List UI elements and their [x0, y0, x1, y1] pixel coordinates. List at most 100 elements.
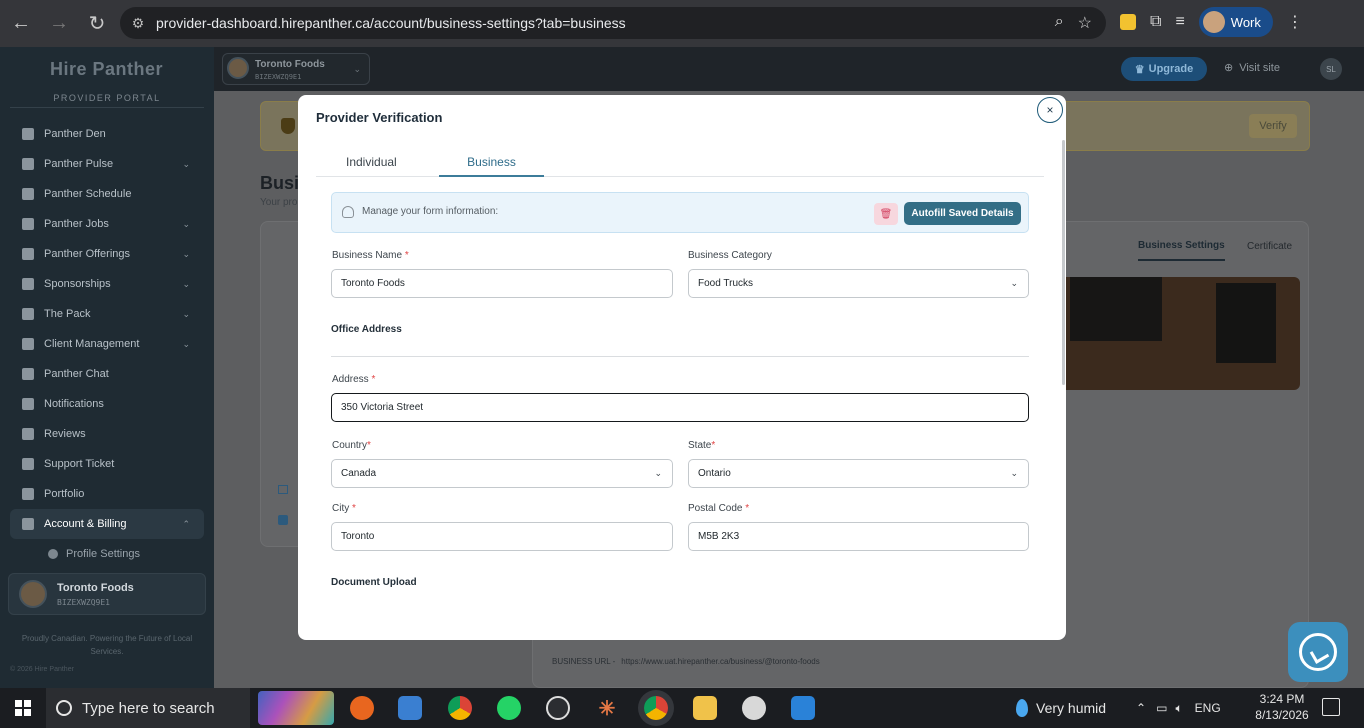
start-button[interactable] — [0, 688, 46, 728]
menu-board-image — [1070, 277, 1162, 341]
sidebar-item-panther-schedule[interactable]: Panther Schedule — [10, 179, 204, 209]
tab-business-settings[interactable]: Business Settings — [1138, 240, 1225, 261]
bookmark-star-icon[interactable]: ☆ — [1078, 13, 1092, 33]
notifications-icon[interactable] — [1322, 698, 1340, 716]
city-input[interactable]: Toronto — [331, 522, 673, 551]
label-text: State — [688, 440, 712, 451]
url-text[interactable]: provider-dashboard.hirepanther.ca/accoun… — [156, 15, 1055, 31]
reload-icon[interactable]: ↻ — [80, 7, 114, 41]
sidebar-item-panther-chat[interactable]: Panther Chat — [10, 359, 204, 389]
clock[interactable]: 3:24 PM 8/13/2026 — [1252, 691, 1312, 723]
paint-icon[interactable] — [742, 696, 766, 720]
chrome-active-icon[interactable] — [644, 696, 668, 720]
chevron-down-icon: ⌄ — [182, 248, 190, 259]
address-input[interactable]: 350 Victoria Street — [331, 393, 1029, 422]
business-category-select[interactable]: Food Trucks ⌄ — [688, 269, 1029, 298]
sidebar-item-panther-jobs[interactable]: Panther Jobs ⌄ — [10, 209, 204, 239]
language-indicator[interactable]: ENG — [1195, 701, 1221, 715]
sidebar-item-support-ticket[interactable]: Support Ticket — [10, 449, 204, 479]
sidebar-item-label: Reviews — [44, 428, 86, 440]
volume-icon[interactable]: 🔈︎ — [1175, 701, 1182, 716]
label-text: Address — [332, 374, 369, 385]
state-select[interactable]: Ontario ⌄ — [688, 459, 1029, 488]
close-icon[interactable]: × — [1037, 97, 1063, 123]
chevron-down-icon: ⌄ — [1010, 278, 1018, 288]
sidebar-item-panther-pulse[interactable]: Panther Pulse ⌄ — [10, 149, 204, 179]
sidebar-item-account-billing[interactable]: Account & Billing ⌃ — [10, 509, 204, 539]
verify-button[interactable]: Verify — [1249, 114, 1297, 138]
taskbar-search[interactable]: Type here to search — [46, 688, 250, 728]
postal-code-input[interactable]: M5B 2K3 — [688, 522, 1029, 551]
chrome-icon[interactable] — [448, 696, 472, 720]
sidebar-item-panther-offerings[interactable]: Panther Offerings ⌄ — [10, 239, 204, 269]
modal-scrollbar[interactable] — [1062, 140, 1065, 385]
sidebar-item-label: Notifications — [44, 398, 104, 410]
laptop-icon[interactable] — [398, 696, 422, 720]
sidebar-item-portfolio[interactable]: Portfolio — [10, 479, 204, 509]
trash-icon[interactable]: 🗑 — [874, 203, 898, 225]
battery-icon[interactable]: ▭ — [1156, 701, 1167, 715]
sidebar-item-reviews[interactable]: Reviews — [10, 419, 204, 449]
workspace-switcher[interactable]: Toronto Foods BIZEXWZQ9E1 ⌄ — [222, 53, 370, 85]
state-label: State* — [688, 440, 715, 451]
visit-site-link[interactable]: ⊕ Visit site — [1224, 61, 1280, 75]
profile-label: Work — [1230, 14, 1261, 30]
sidebar-item-notifications[interactable]: Notifications — [10, 389, 204, 419]
upgrade-button[interactable]: ♛ Upgrade — [1121, 57, 1207, 81]
search-icon — [56, 700, 72, 716]
address-bar[interactable]: ⚙ provider-dashboard.hirepanther.ca/acco… — [120, 7, 1106, 39]
business-category-label: Business Category — [688, 250, 772, 261]
system-tray: Very humid ⌃ ▭ 🔈︎ ENG — [1016, 688, 1221, 728]
portal-label: PROVIDER PORTAL — [53, 93, 161, 103]
media-icon[interactable]: ≡ — [1175, 13, 1184, 31]
tab-individual[interactable]: Individual — [346, 155, 397, 169]
chevron-up-icon[interactable]: ⌃ — [1136, 701, 1146, 715]
business-url[interactable]: https://www.uat.hirepanther.ca/business/… — [621, 657, 819, 666]
autofill-button[interactable]: Autofill Saved Details — [904, 202, 1021, 225]
country-select[interactable]: Canada ⌄ — [331, 459, 673, 488]
user-avatar[interactable]: SL — [1320, 58, 1342, 80]
browser-menu-icon[interactable]: ⋮ — [1287, 12, 1303, 32]
file-explorer-icon[interactable] — [693, 696, 717, 720]
claude-icon[interactable]: ✳ — [595, 696, 619, 720]
profile-button[interactable]: Work — [1198, 7, 1273, 37]
sidebar-item-sponsorships[interactable]: Sponsorships ⌄ — [10, 269, 204, 299]
date: 8/13/2026 — [1255, 708, 1309, 722]
weather-text[interactable]: Very humid — [1036, 700, 1106, 716]
bookmark-icon — [22, 218, 34, 230]
zoom-icon[interactable]: ⌕ — [1055, 13, 1064, 33]
photos-icon[interactable] — [791, 696, 815, 720]
chatbot-button[interactable] — [1288, 622, 1348, 682]
back-icon[interactable]: ← — [4, 7, 38, 41]
panther-icon — [1299, 633, 1337, 671]
browser-toolbar: ← → ↻ ⚙ provider-dashboard.hirepanther.c… — [0, 0, 1364, 47]
chatgpt-icon[interactable] — [546, 696, 570, 720]
sidebar-item-panther-den[interactable]: Panther Den — [10, 119, 204, 149]
extensions-puzzle-icon[interactable]: ⧉ — [1150, 13, 1161, 31]
tab-certificate[interactable]: Certificate — [1247, 241, 1292, 252]
business-name-input[interactable]: Toronto Foods — [331, 269, 673, 298]
divider — [331, 356, 1029, 357]
extension-icon[interactable] — [1120, 14, 1136, 30]
account-card[interactable]: Toronto Foods BIZEXWZQ9E1 — [8, 573, 206, 615]
search-highlight-image[interactable] — [258, 691, 334, 725]
sidebar-item-the-pack[interactable]: The Pack ⌄ — [10, 299, 204, 329]
forward-icon[interactable]: → — [42, 7, 76, 41]
avatar — [227, 57, 249, 79]
sidebar-item-profile-settings[interactable]: Profile Settings — [10, 539, 204, 569]
select-value: Food Trucks — [698, 278, 754, 289]
phone-icon — [278, 515, 288, 525]
firefox-icon[interactable] — [350, 696, 374, 720]
autofill-panel: Manage your form information: 🗑 Autofill… — [331, 192, 1029, 233]
chevron-down-icon: ⌄ — [1010, 468, 1018, 478]
whatsapp-icon[interactable] — [497, 696, 521, 720]
mail-icon — [278, 485, 288, 494]
shelf-image — [1216, 283, 1276, 363]
sidebar-item-label: Portfolio — [44, 488, 85, 500]
sidebar-item-client-management[interactable]: Client Management ⌄ — [10, 329, 204, 359]
site-info-icon[interactable]: ⚙ — [120, 15, 156, 32]
logo[interactable]: Hire Panther — [50, 59, 163, 80]
label-text: Postal Code — [688, 503, 743, 514]
tab-business[interactable]: Business — [439, 155, 544, 177]
modal-title: Provider Verification — [316, 110, 443, 125]
